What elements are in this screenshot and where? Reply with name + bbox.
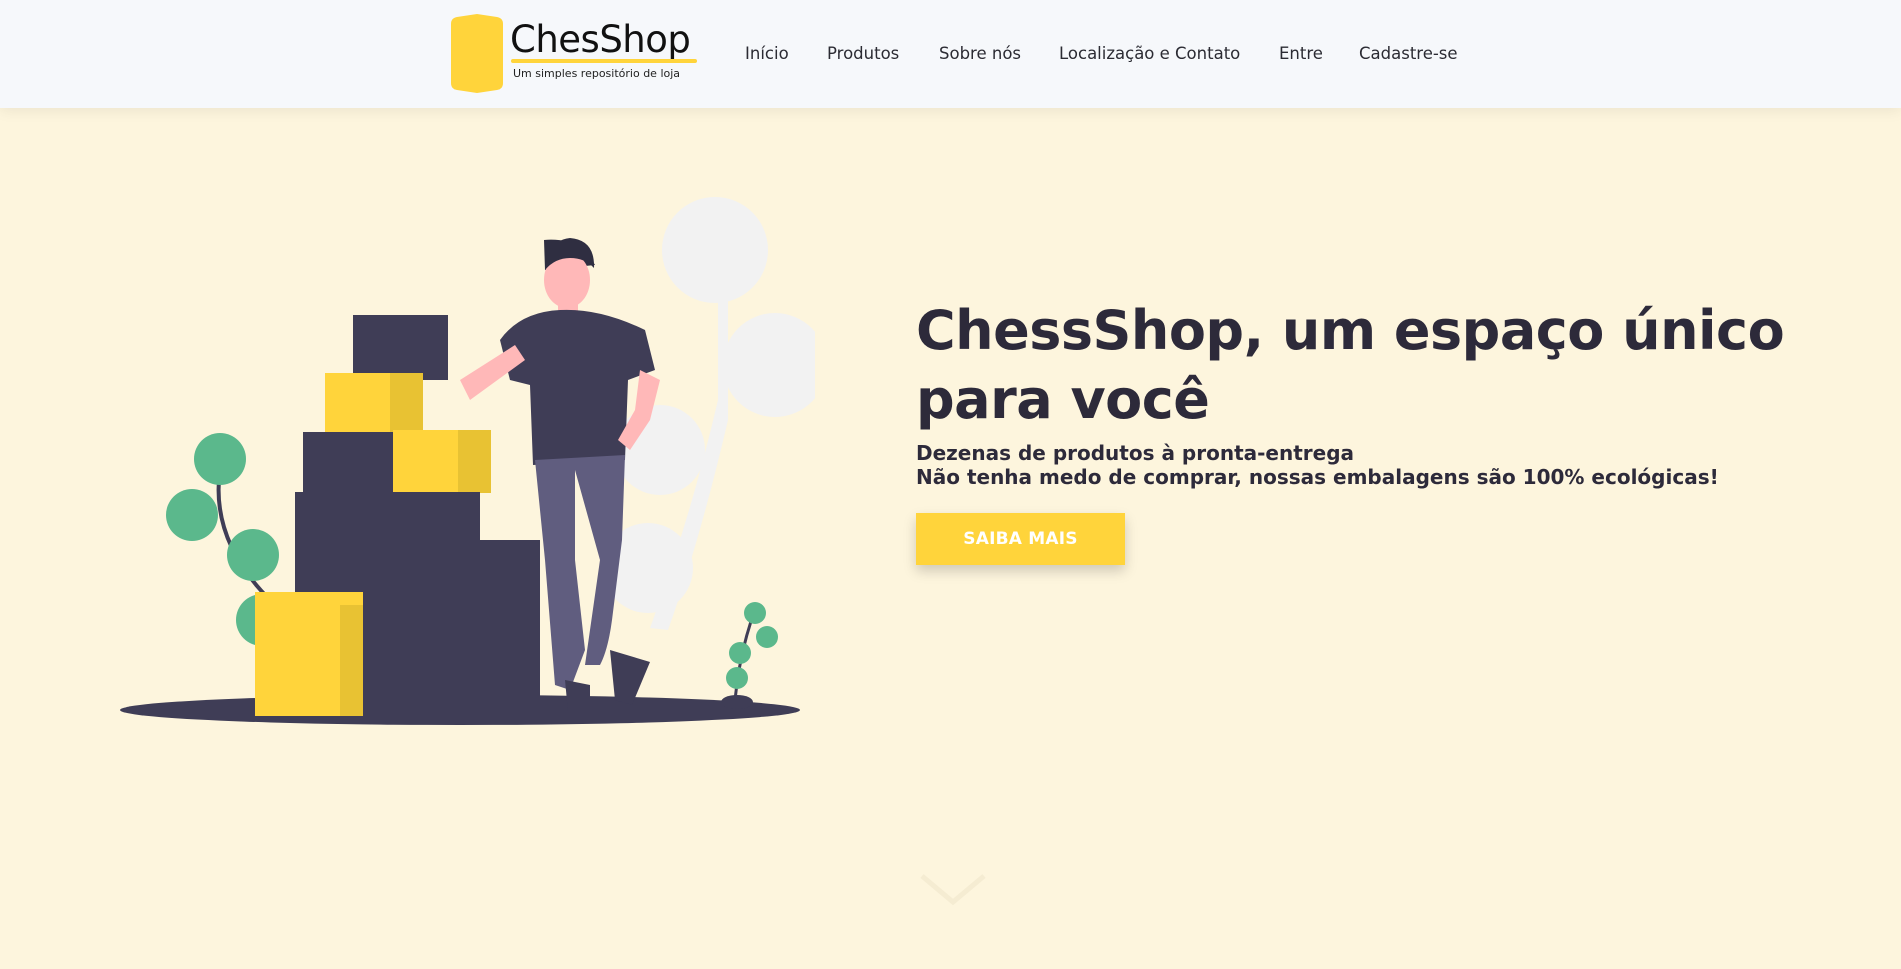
hero-title: ChessShop, um espaço único para você <box>916 299 1785 431</box>
site-header: ChesShop Um simples repositório de loja … <box>0 0 1901 108</box>
logo[interactable]: ChesShop Um simples repositório de loja <box>451 13 701 95</box>
logo-subtitle: Um simples repositório de loja <box>513 67 681 80</box>
saiba-mais-button[interactable]: SAIBA MAIS <box>916 513 1125 565</box>
nav-item-produtos[interactable]: Produtos <box>827 43 899 65</box>
nav-item-sobre-nos[interactable]: Sobre nós <box>939 43 1021 65</box>
hero-subtitle: Dezenas de produtos à pronta-entrega Não… <box>916 441 1816 489</box>
right-plant-icon <box>721 602 778 709</box>
nav-item-cadastre-se[interactable]: Cadastre-se <box>1359 43 1458 65</box>
nav-item-entre[interactable]: Entre <box>1279 43 1323 65</box>
hero-illustration <box>120 197 815 725</box>
nav-item-inicio[interactable]: Início <box>745 43 789 65</box>
nav-item-localizacao-contato[interactable]: Localização e Contato <box>1059 43 1240 65</box>
logo-underline <box>511 59 697 63</box>
logo-title: ChesShop <box>510 18 691 61</box>
chevron-down-icon[interactable] <box>918 872 988 908</box>
hero-subtitle-line-1: Dezenas de produtos à pronta-entrega <box>916 441 1355 465</box>
logo-box-icon <box>451 14 503 93</box>
hero-subtitle-line-2: Não tenha medo de comprar, nossas embala… <box>916 465 1719 489</box>
